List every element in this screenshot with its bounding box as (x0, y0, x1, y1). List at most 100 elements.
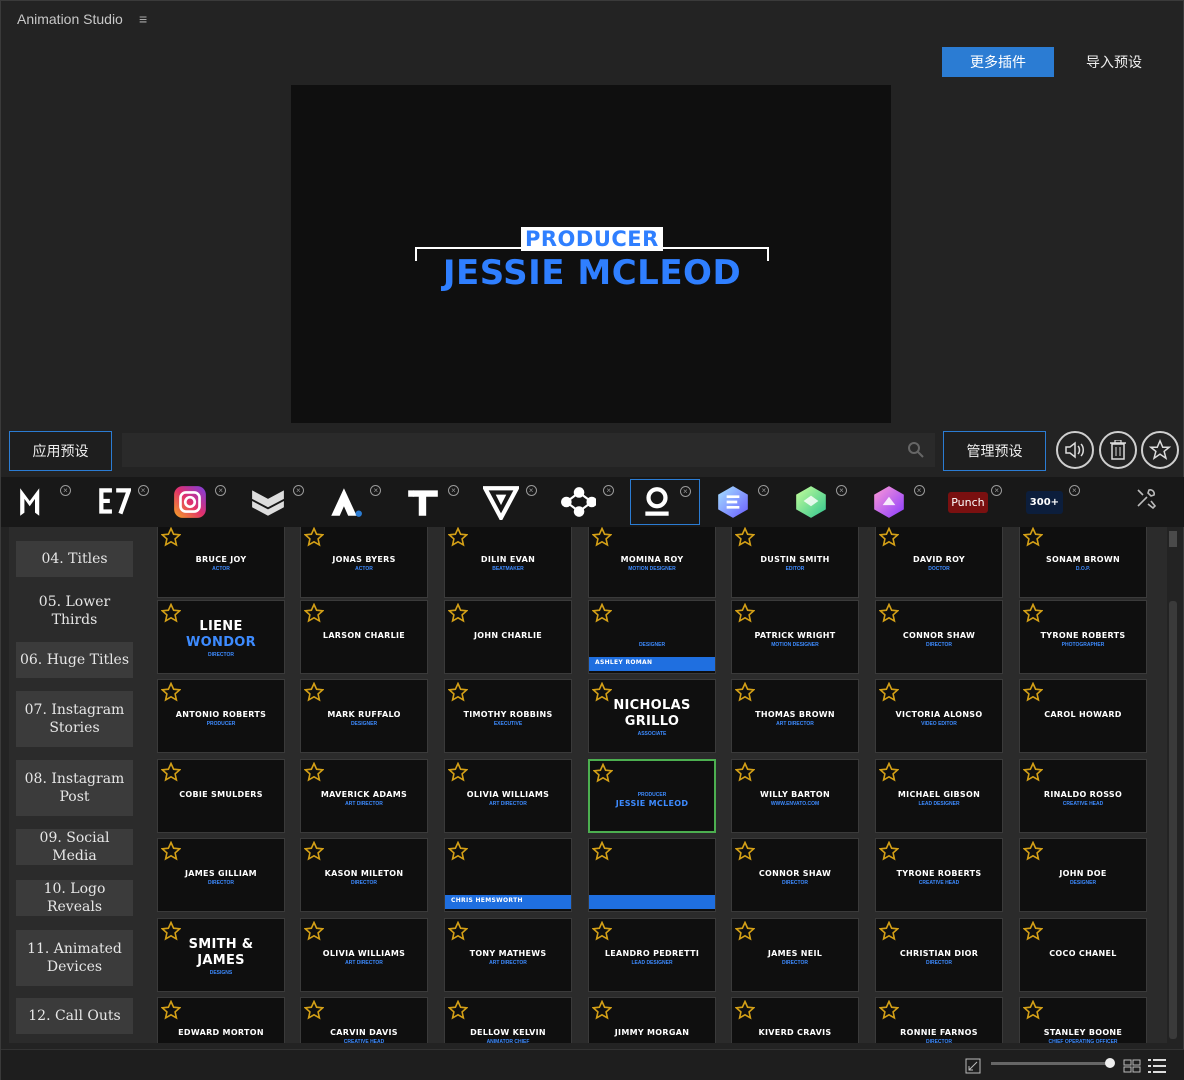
favorite-star-icon[interactable] (161, 762, 181, 782)
zoom-slider-knob[interactable] (1105, 1058, 1115, 1068)
remove-plugin-icon[interactable]: × (603, 485, 615, 496)
category-item[interactable]: 06. Huge Titles (16, 642, 133, 678)
preset-tile[interactable]: JAMES GILLIAM DIRECTOR (157, 838, 285, 912)
favorite-star-icon[interactable] (735, 682, 755, 702)
favorite-star-icon[interactable] (735, 527, 755, 547)
preset-tile[interactable]: JIMMY MORGAN (588, 997, 716, 1043)
top-scrollbar[interactable] (1169, 531, 1177, 547)
remove-plugin-icon[interactable]: × (370, 485, 382, 496)
remove-plugin-icon[interactable]: × (758, 485, 770, 496)
favorite-star-icon[interactable] (1023, 762, 1043, 782)
plugin-13[interactable]: Punch × (940, 479, 1010, 525)
preset-tile[interactable]: JESSIE MCLEOD PRODUCER (588, 759, 716, 833)
favorite-star-icon[interactable] (879, 921, 899, 941)
remove-plugin-icon[interactable]: × (1068, 485, 1080, 496)
preset-tile[interactable]: RINALDO ROSSO CREATIVE HEAD (1019, 759, 1147, 833)
grid-scrollbar[interactable] (1169, 601, 1177, 1039)
preset-tile[interactable]: TONY MATHEWS ART DIRECTOR (444, 918, 572, 992)
plugin-12[interactable]: × (863, 479, 933, 525)
favorite-star-icon[interactable] (448, 527, 468, 547)
favorite-star-icon[interactable] (448, 682, 468, 702)
favorite-star-icon[interactable] (592, 1000, 612, 1020)
preset-tile[interactable]: COCO CHANEL (1019, 918, 1147, 992)
plugin-14[interactable]: 300+ × (1018, 479, 1088, 525)
category-item[interactable]: 05. Lower Thirds (16, 593, 133, 629)
preset-tile[interactable]: DAVID ROY DOCTOR (875, 527, 1003, 598)
favorites-button[interactable] (1141, 431, 1179, 469)
category-item[interactable]: 08. Instagram Post (16, 760, 133, 816)
favorite-star-icon[interactable] (304, 841, 324, 861)
preset-tile[interactable]: DELLOW KELVIN ANIMATOR CHIEF (444, 997, 572, 1043)
preset-tile[interactable]: KIVERD CRAVIS (731, 997, 859, 1043)
remove-plugin-icon[interactable]: × (137, 485, 149, 496)
favorite-star-icon[interactable] (592, 527, 612, 547)
favorite-star-icon[interactable] (735, 921, 755, 941)
remove-plugin-icon[interactable]: × (525, 485, 537, 496)
favorite-star-icon[interactable] (735, 603, 755, 623)
preset-tile[interactable]: TYRONE ROBERTS CREATIVE HEAD (875, 838, 1003, 912)
favorite-star-icon[interactable] (304, 603, 324, 623)
favorite-star-icon[interactable] (304, 1000, 324, 1020)
favorite-star-icon[interactable] (593, 763, 613, 783)
favorite-star-icon[interactable] (879, 682, 899, 702)
preset-tile[interactable]: LEANDRO PEDRETTI LEAD DESIGNER (588, 918, 716, 992)
fit-icon[interactable] (965, 1058, 981, 1074)
favorite-star-icon[interactable] (304, 527, 324, 547)
preset-tile[interactable]: KASON MILETON DIRECTOR (300, 838, 428, 912)
favorite-star-icon[interactable] (448, 921, 468, 941)
delete-button[interactable] (1099, 431, 1137, 469)
plugin-8[interactable]: × (552, 479, 622, 525)
hamburger-menu-icon[interactable]: ≡ (139, 11, 147, 27)
preset-tile[interactable]: WILLY BARTON WWW.ENVATO.COM (731, 759, 859, 833)
favorite-star-icon[interactable] (879, 1000, 899, 1020)
favorite-star-icon[interactable] (448, 1000, 468, 1020)
remove-plugin-icon[interactable]: × (60, 485, 71, 496)
preset-tile[interactable]: OLIVIA WILLIAMS ART DIRECTOR (300, 918, 428, 992)
preset-tile[interactable]: BRUCE JOY ACTOR (157, 527, 285, 598)
remove-plugin-icon[interactable]: × (448, 485, 459, 496)
favorite-star-icon[interactable] (304, 682, 324, 702)
plugin-10[interactable]: × (707, 479, 777, 525)
favorite-star-icon[interactable] (1023, 603, 1043, 623)
preset-tile[interactable]: ASHLEY ROMAN DESIGNER (588, 600, 716, 674)
preset-tile[interactable]: CHRISTIAN DIOR DIRECTOR (875, 918, 1003, 992)
preset-tile[interactable]: TYRONE ROBERTS PHOTOGRAPHER (1019, 600, 1147, 674)
category-item[interactable]: 04. Titles (16, 541, 133, 577)
apply-preset-button[interactable]: 应用预设 (9, 431, 112, 471)
preset-tile[interactable]: VICTORIA ALONSO VIDEO EDITOR (875, 679, 1003, 753)
plugin-9[interactable]: × (629, 479, 700, 525)
preset-tile[interactable]: CONNOR SHAW DIRECTOR (875, 600, 1003, 674)
preset-tile[interactable]: DILIN EVAN BEATMAKER (444, 527, 572, 598)
preset-tile[interactable]: MARK RUFFALO DESIGNER (300, 679, 428, 753)
remove-plugin-icon[interactable]: × (836, 485, 847, 496)
zoom-slider-track[interactable] (991, 1062, 1109, 1065)
plugin-2[interactable]: × (87, 479, 157, 525)
manage-presets-button[interactable]: 管理预设 (943, 431, 1046, 471)
favorite-star-icon[interactable] (1023, 921, 1043, 941)
preset-tile[interactable]: MAVERICK ADAMS ART DIRECTOR (300, 759, 428, 833)
preset-tile[interactable]: COBIE SMULDERS (157, 759, 285, 833)
favorite-star-icon[interactable] (879, 841, 899, 861)
category-item[interactable]: 11. Animated Devices (16, 930, 133, 986)
remove-plugin-icon[interactable]: × (679, 486, 691, 497)
preset-tile[interactable]: SMITH & JAMES DESIGNS (157, 918, 285, 992)
search-input[interactable] (122, 433, 935, 467)
preset-tile[interactable]: CONNOR SHAW DIRECTOR (731, 838, 859, 912)
favorite-star-icon[interactable] (304, 921, 324, 941)
preset-tile[interactable]: THOMAS BROWN ART DIRECTOR (731, 679, 859, 753)
category-item[interactable]: 10. Logo Reveals (16, 880, 133, 916)
import-presets-button[interactable]: 导入预设 (1069, 47, 1159, 77)
favorite-star-icon[interactable] (1023, 1000, 1043, 1020)
preset-tile[interactable]: JOHN DOE DESIGNER (1019, 838, 1147, 912)
favorite-star-icon[interactable] (735, 841, 755, 861)
preset-tile[interactable]: TIMOTHY ROBBINS EXECUTIVE (444, 679, 572, 753)
search-icon[interactable] (907, 441, 925, 459)
favorite-star-icon[interactable] (735, 762, 755, 782)
preset-tile[interactable]: CAROL HOWARD (1019, 679, 1147, 753)
preset-tile[interactable]: SONAM BROWN D.O.P. (1019, 527, 1147, 598)
preset-tile[interactable]: CARVIN DAVIS CREATIVE HEAD (300, 997, 428, 1043)
preset-tile[interactable]: STANLEY BOONE CHIEF OPERATING OFFICER (1019, 997, 1147, 1043)
favorite-star-icon[interactable] (735, 1000, 755, 1020)
plugin-11[interactable]: × (785, 479, 855, 525)
preset-tile[interactable]: PATRICK WRIGHT MOTION DESIGNER (731, 600, 859, 674)
